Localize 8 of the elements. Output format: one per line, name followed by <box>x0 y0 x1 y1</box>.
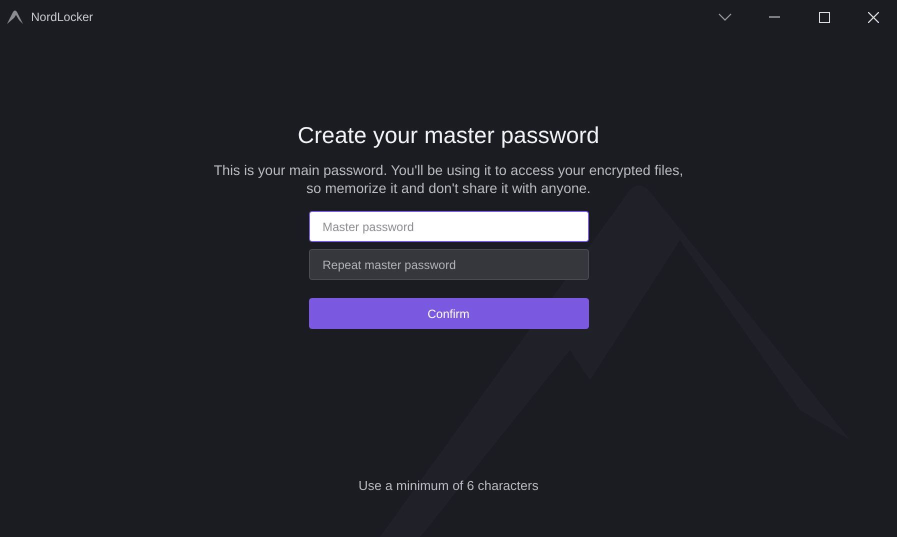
logo-icon <box>7 10 23 24</box>
confirm-button[interactable]: Confirm <box>308 298 588 329</box>
heading: Create your master password <box>298 121 600 150</box>
password-field[interactable]: Master password <box>308 211 588 242</box>
description: This is your main password. You'll be using it to access your encrypted files, so memorize it and don't share it with anyone. <box>212 161 684 197</box>
window-title: NordLocker <box>31 9 94 26</box>
password-field[interactable]: Repeat master password <box>308 249 588 280</box>
hint-text: Use a minimum of 6 characters <box>358 476 538 494</box>
